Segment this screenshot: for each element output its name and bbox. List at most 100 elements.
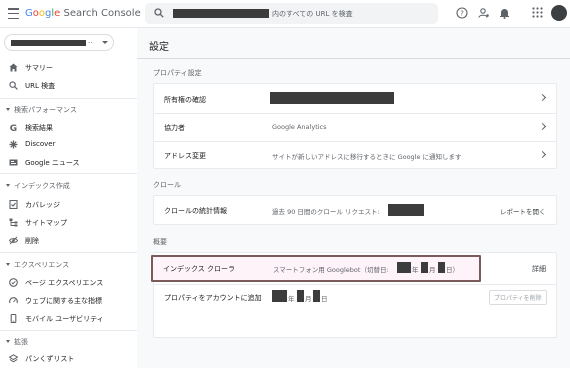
sidebar-item-label: 検索結果 (25, 124, 53, 132)
redacted-year (272, 290, 287, 302)
sidebar-item-label: Discover (25, 140, 56, 148)
redacted-property (11, 40, 86, 46)
layers-icon (9, 354, 18, 363)
svg-text:G: G (10, 124, 17, 132)
year-suffix: 年 (288, 295, 295, 303)
top-app-bar: Google Search Console 内のすべての URL を検査 ? (0, 0, 570, 28)
app-logo[interactable]: Google Search Console (25, 8, 141, 19)
sidebar-item-search-results[interactable]: G 検索結果 (0, 119, 137, 136)
remove-property-button[interactable]: プロパティを削除 (489, 290, 547, 305)
day-suffix: 日 (321, 295, 328, 303)
menu-icon[interactable] (8, 8, 19, 19)
sidebar-item-label: 削除 (25, 237, 39, 245)
sidebar-item-label: パンくずリスト (25, 355, 75, 363)
property-suffix: .. (88, 37, 93, 45)
sidebar-item-page-experience[interactable]: ページ エクスペリエンス (0, 274, 137, 291)
sidebar-divider (0, 98, 137, 99)
sidebar-item-google-news[interactable]: Google ニュース (0, 154, 137, 171)
sidebar-item-discover[interactable]: Discover (0, 136, 137, 153)
help-icon[interactable]: ? (456, 7, 468, 19)
avatar[interactable] (551, 5, 567, 21)
sidebar-divider (0, 173, 137, 174)
sidebar-item-url-inspection[interactable]: URL 検査 (0, 77, 137, 94)
sidebar-item-label: Google ニュース (25, 159, 80, 167)
title-divider (137, 58, 570, 59)
redacted-value (388, 204, 424, 216)
manage-accounts-icon[interactable] (478, 7, 490, 19)
open-report-button[interactable]: レポートを開く (500, 206, 546, 216)
google-g-icon: G (9, 123, 18, 132)
phone-icon (9, 314, 18, 323)
row-label: 所有権の確認 (164, 96, 206, 104)
chevron-right-icon (538, 150, 547, 159)
sidebar-section-experience[interactable]: エクスペリエンス (0, 259, 137, 271)
sidebar-item-coverage[interactable]: カバレッジ (0, 196, 137, 213)
search-icon (9, 81, 18, 90)
row-label: クロールの統計情報 (164, 207, 227, 215)
month-suffix: 月 (429, 266, 436, 274)
sidebar-section-enhancements[interactable]: 拡張 (0, 336, 137, 348)
sidebar-divider (0, 330, 137, 331)
sidebar-section-title: 検索パフォーマンス (14, 106, 77, 114)
collapse-icon (6, 340, 10, 343)
sidebar-section-title: 拡張 (14, 338, 28, 346)
sidebar-item-label: サマリー (25, 64, 53, 72)
chevron-right-icon (538, 122, 547, 131)
row-change-of-address[interactable]: アドレス変更 サイトが新しいアドレスに移行するときに Google に通知します (154, 141, 556, 169)
indexing-crawler-value: スマートフォン用 Googlebot（切替日: (273, 266, 389, 274)
search-placeholder: 内のすべての URL を検査 (272, 10, 353, 18)
property-selector[interactable]: .. (4, 34, 114, 51)
asterisk-icon (9, 140, 18, 149)
sidebar-section-title: エクスペリエンス (14, 261, 70, 269)
row-value: サイトが新しいアドレスに移行するときに Google に通知します (272, 153, 462, 161)
redacted-year (397, 262, 411, 273)
redacted-day (438, 262, 445, 273)
sidebar-section-index[interactable]: インデックス作成 (0, 180, 137, 192)
gauge-icon (9, 296, 18, 305)
bell-icon[interactable] (499, 7, 510, 19)
sidebar-item-summary[interactable]: サマリー (0, 59, 137, 76)
collapse-icon (6, 108, 10, 111)
url-inspection-search[interactable]: 内のすべての URL を検査 (145, 3, 438, 24)
chevron-right-icon (538, 93, 547, 102)
svg-text:?: ? (460, 10, 464, 18)
sidebar-item-removals[interactable]: 削除 (0, 232, 137, 249)
eye-off-icon (9, 236, 18, 245)
sidebar-item-label: ページ エクスペリエンス (25, 279, 104, 287)
sidebar-item-core-web-vitals[interactable]: ウェブに関する主な指標 (0, 292, 137, 309)
sidebar-item-label: モバイル ユーザビリティ (25, 315, 104, 323)
redacted-day (313, 290, 320, 302)
sidebar: .. サマリー URL 検査 検索パフォーマンス G 検索結果 Discover… (0, 28, 137, 368)
sitemap-icon (9, 218, 18, 227)
logo-google: Google (25, 8, 61, 19)
row-ownership-verification[interactable]: 所有権の確認 (154, 84, 556, 113)
sidebar-item-label: ウェブに関する主な指標 (25, 297, 102, 305)
chevron-down-icon (102, 41, 108, 44)
property-settings-card: 所有権の確認 協力者 Google Analytics アドレス変更 サイトが新… (153, 83, 557, 169)
crawl-card: クロールの統計情報 過去 90 日間のクロール リクエスト: レポートを開く (153, 195, 557, 225)
year-suffix: 年 (412, 266, 419, 274)
coverage-icon (9, 200, 18, 209)
apps-grid-icon[interactable] (532, 7, 543, 18)
row-crawl-stats[interactable]: クロールの統計情報 過去 90 日間のクロール リクエスト: レポートを開く (154, 196, 556, 224)
row-collaborators[interactable]: 協力者 Google Analytics (154, 113, 556, 141)
indexing-crawler-label: インデックス クローラ (163, 265, 236, 273)
redacted-property-name (173, 9, 269, 18)
section-label-crawl: クロール (153, 181, 181, 189)
row-value: Google Analytics (272, 123, 327, 131)
news-icon (9, 158, 18, 167)
sidebar-item-mobile-usability[interactable]: モバイル ユーザビリティ (0, 310, 137, 327)
main-content: 設定 プロパティ設定 所有権の確認 協力者 Google Analytics ア… (137, 28, 570, 368)
learn-more-link[interactable]: 詳細 (532, 264, 546, 274)
home-icon (9, 63, 18, 72)
sidebar-item-breadcrumbs[interactable]: パンくずリスト (0, 350, 137, 367)
redacted-value (270, 92, 394, 104)
row-label: アドレス変更 (164, 152, 206, 160)
sidebar-item-label: URL 検査 (25, 82, 56, 90)
row-property-added: プロパティをアカウントに追加 年 月 日 プロパティを削除 (154, 285, 556, 309)
row-label: プロパティをアカウントに追加 (164, 294, 262, 302)
sidebar-section-performance[interactable]: 検索パフォーマンス (0, 104, 137, 116)
search-icon (154, 8, 164, 18)
sidebar-section-title: インデックス作成 (14, 182, 70, 190)
sidebar-item-sitemaps[interactable]: サイトマップ (0, 214, 137, 231)
